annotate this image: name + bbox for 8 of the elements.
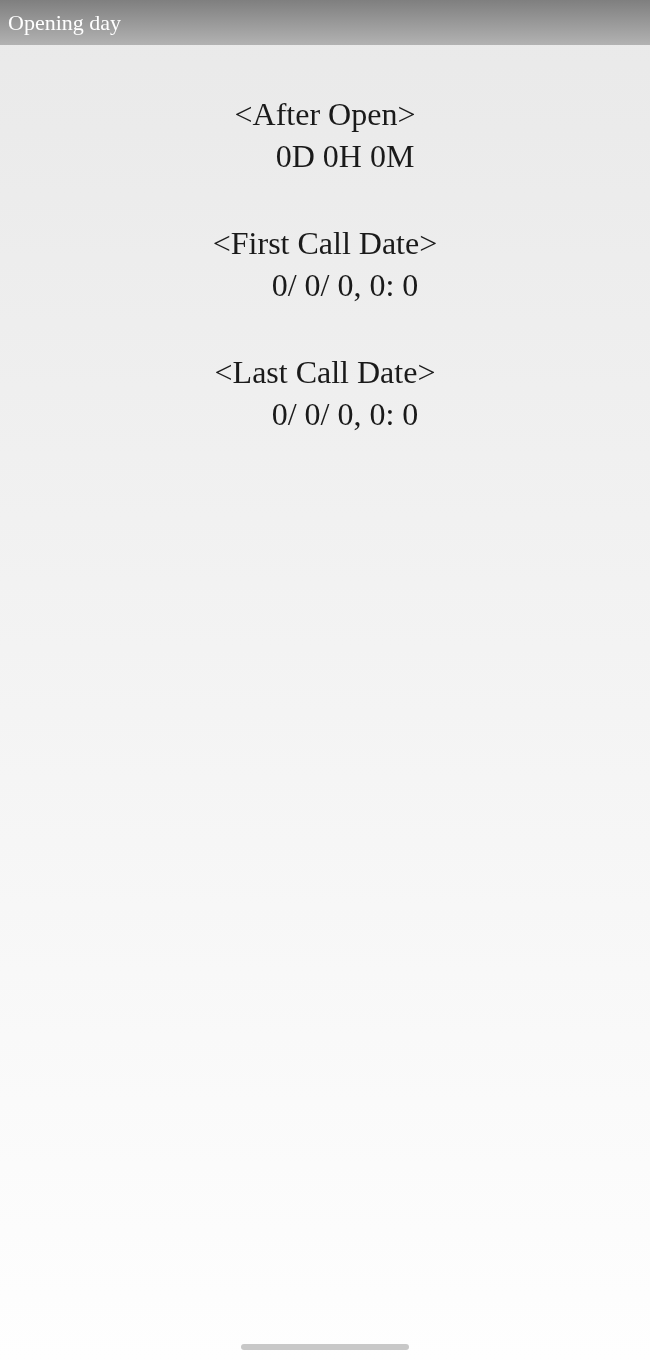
section-value: 0/ 0/ 0, 0: 0 xyxy=(270,266,419,304)
section-value: 0/ 0/ 0, 0: 0 xyxy=(270,395,419,433)
window-title: Opening day xyxy=(8,9,122,36)
section-heading: <First Call Date> xyxy=(212,224,438,262)
section-value: 0D 0H 0M xyxy=(274,137,415,175)
section-heading: <Last Call Date> xyxy=(214,353,436,391)
section-heading: <After Open> xyxy=(234,95,416,133)
home-indicator[interactable] xyxy=(241,1344,409,1350)
